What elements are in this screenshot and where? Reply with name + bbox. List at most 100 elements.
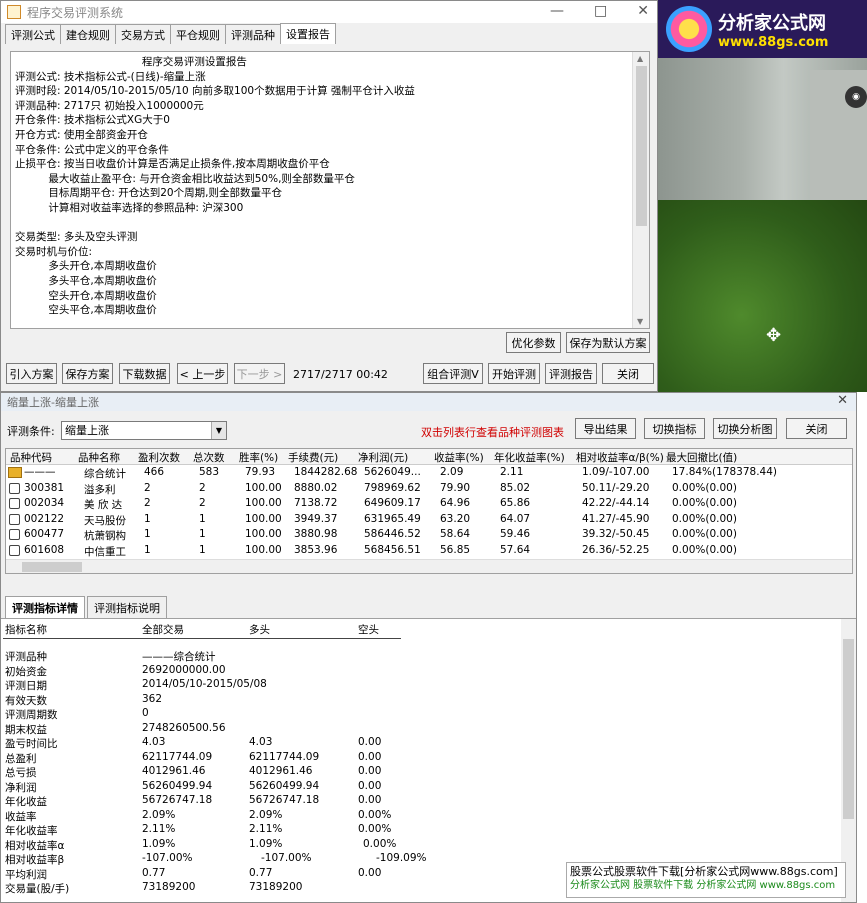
table-cell: 65.86 [500,497,531,509]
table-hscrollbar[interactable] [6,559,852,573]
result-table[interactable]: 品种代码 品种名称 盈利次数 总次数 胜率(%) 手续费(元) 净利润(元) 收益率(%) 年化… [5,448,853,574]
desktop-background-photo: 分析家公式网 www.88gs.com ◉ ✥ [658,0,867,392]
tab-trade-mode[interactable]: 交易方式 [115,24,171,44]
tab-close-rules[interactable]: 平仓规则 [170,24,226,44]
export-results-button[interactable]: 导出结果 [575,418,636,439]
tab-formula[interactable]: 评测公式 [5,24,61,44]
detail-cell: 0 [142,707,149,719]
prev-step-button[interactable]: < 上一步 [177,363,228,384]
table-row[interactable]: 002196方正电机22100.006889.50548563.9154.866… [6,574,852,575]
table-cell: 798969.62 [364,481,421,494]
table-cell: 26.36/-52.25 [582,543,650,556]
tab-symbols[interactable]: 评测品种 [225,24,281,44]
close-result-button[interactable]: 关闭 [786,418,847,439]
grass-image [658,200,867,392]
report-line: 多头平仓,本周期收盘价 [15,274,157,287]
start-eval-button[interactable]: 开始评测 [488,363,540,384]
table-cell: 1 [199,543,206,556]
optimize-params-button[interactable]: 优化参数 [506,332,561,353]
column-header[interactable]: 手续费(元) [288,450,338,465]
table-cell: 3853.96 [294,543,338,556]
chevron-down-icon[interactable]: ▼ [211,422,226,439]
table-row[interactable]: 601608 中信重工 1 1 100.00 3853.96 568456.51 56.85 5… [6,543,852,559]
detail-cell: -107.00% [142,852,193,864]
scroll-up-icon[interactable]: ▲ [637,54,643,63]
save-plan-button[interactable]: 保存方案 [62,363,113,384]
report-scrollbar[interactable]: ▲ ▼ [632,52,649,328]
report-line: 交易类型: 多头及空头评测 [15,231,138,244]
minimize-button[interactable]: — [550,3,564,19]
tab-open-rules[interactable]: 建仓规则 [60,24,116,44]
scroll-down-icon[interactable]: ▼ [637,317,643,326]
save-default-button[interactable]: 保存为默认方案 [566,332,650,353]
column-header[interactable]: 收益率(%) [434,450,484,465]
download-data-button[interactable]: 下载数据 [119,363,170,384]
column-header[interactable]: 最大回撤比(值) [666,450,737,465]
detail-row: 总亏损 4012961.46 4012961.46 0.00 [1,765,856,780]
table-cell: 600477 [24,528,65,540]
scroll-thumb[interactable] [636,66,647,226]
report-textarea[interactable]: 程序交易评测设置报告 评测公式: 技术指标公式-(日线)-缩量上涨 评测时段: 20… [10,51,650,329]
table-row[interactable]: ——— 综合统计 466 583 79.93 1844282.68 5626049... 2.… [6,465,852,481]
column-header[interactable]: 品种名称 [78,450,120,465]
report-line: 空头平仓,本周期收盘价 [15,304,157,317]
detail-cell: 0.77 [142,866,166,879]
table-cell: 1 [199,512,206,525]
tab-metric-details[interactable]: 评测指标详情 [5,596,85,619]
flower-logo-icon [666,6,712,52]
detail-scrollbar[interactable] [841,619,856,902]
table-cell: 3880.98 [294,528,338,540]
close-window-button[interactable]: ✕ [637,3,649,19]
table-cell: 3949.37 [294,512,338,525]
table-cell: 7138.72 [294,497,338,509]
row-checkbox[interactable] [9,513,20,525]
eval-report-button[interactable]: 评测报告 [545,363,597,384]
table-cell: 溢多利 [84,483,116,496]
tab-report-settings[interactable]: 设置报告 [280,23,336,44]
table-cell: 综合统计 [84,468,126,480]
row-checkbox[interactable] [9,482,20,494]
detail-cell: 评测日期 [5,680,47,692]
row-checkbox[interactable] [9,498,20,509]
table-cell: 466 [144,466,165,478]
import-plan-button[interactable]: 引入方案 [6,363,57,384]
table-cell: 1 [144,528,151,540]
condition-value: 缩量上涨 [65,424,109,437]
column-header[interactable]: 盈利次数 [138,450,180,465]
report-line: 评测公式: 技术指标公式-(日线)-缩量上涨 [15,70,206,83]
table-row[interactable]: 300381 溢多利 2 2 100.00 8880.02 798969.62 79.90 85… [6,481,852,497]
detail-cell: 评测品种 [5,651,47,663]
detail-row: 年化收益 56726747.18 56726747.18 0.00 [1,794,856,809]
close-icon[interactable]: ✕ [837,393,848,408]
table-row[interactable]: 002122 天马股份 1 1 100.00 3949.37 631965.49 63.20 6… [6,512,852,528]
next-step-button[interactable]: 下一步 > [234,363,285,384]
row-checkbox[interactable] [9,529,20,540]
detail-cell: 年化收益率 [5,825,58,837]
combo-eval-button[interactable]: 组合评测V [423,363,483,384]
detail-cell: 平均利润 [5,868,47,881]
table-header: 品种代码 品种名称 盈利次数 总次数 胜率(%) 手续费(元) 净利润(元) 收益率(%) 年化… [6,449,852,465]
maximize-button[interactable]: □ [594,3,607,19]
column-header[interactable]: 年化收益率(%) [494,450,565,465]
column-header[interactable]: 胜率(%) [239,450,278,465]
row-checkbox[interactable] [9,544,20,556]
column-header[interactable]: 品种代码 [10,450,52,465]
detail-cell: 2014/05/10-2015/05/08 [142,678,267,690]
switch-chart-button[interactable]: 切换分析图 [713,418,777,439]
column-header[interactable]: 相对收益率α/β(%) [576,450,664,465]
table-row[interactable]: 600477 杭萧钢构 1 1 100.00 3880.98 586446.52 58.64 5… [6,527,852,543]
column-header[interactable]: 总次数 [193,450,225,465]
table-row[interactable]: 002034 美 欣 达 2 2 100.00 7138.72 649609.17 64.96… [6,496,852,512]
scroll-thumb[interactable] [843,639,854,819]
switch-indicator-button[interactable]: 切换指标 [644,418,705,439]
scroll-thumb[interactable] [22,562,82,572]
close-button[interactable]: 关闭 [602,363,654,384]
detail-cell: 总亏损 [5,767,37,779]
column-header[interactable]: 净利润(元) [358,450,408,465]
detail-cell: 相对收益率α [5,839,65,852]
detail-cell: 4012961.46 [249,765,313,777]
condition-select[interactable]: 缩量上涨 ▼ [61,421,227,440]
tab-metric-explanation[interactable]: 评测指标说明 [87,596,167,619]
table-cell: 0.00%(0.00) [672,543,737,556]
move-cursor-icon: ✥ [766,325,782,346]
